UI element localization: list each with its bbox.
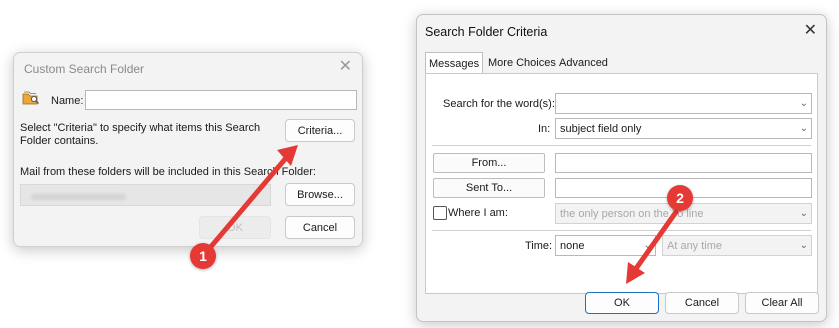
time-label: Time: (525, 240, 553, 252)
where-i-am-checkbox[interactable] (433, 206, 447, 220)
tab-advanced[interactable]: Advanced (556, 53, 611, 73)
from-input[interactable] (555, 153, 812, 173)
folder-search-icon (22, 91, 39, 105)
chevron-down-icon[interactable]: ⌄ (800, 97, 808, 108)
browse-button[interactable]: Browse... (285, 183, 355, 206)
clear-all-button[interactable]: Clear All (745, 292, 819, 314)
time-range-select[interactable]: At any time ⌄ (662, 235, 812, 256)
search-folder-criteria-dialog: Search Folder Criteria ✕ Messages More C… (416, 14, 827, 322)
from-button[interactable]: From... (433, 153, 545, 173)
tab-messages[interactable]: Messages (425, 52, 484, 74)
cancel-button[interactable]: Cancel (665, 292, 739, 314)
criteria-description-line1: Select "Criteria" to specify what items … (20, 122, 261, 134)
name-input[interactable] (85, 90, 357, 110)
messages-panel: Search for the word(s): ⌄ In: subject fi… (425, 73, 818, 294)
close-icon[interactable]: ✕ (339, 59, 352, 75)
in-select[interactable]: subject field only ⌄ (555, 118, 812, 139)
time-range-value: At any time (667, 239, 723, 252)
chevron-down-icon[interactable]: ⌄ (800, 122, 808, 133)
ok-button[interactable]: OK (199, 216, 271, 239)
name-label: Name: (51, 95, 84, 107)
divider (432, 145, 811, 146)
in-select-value: subject field only (560, 122, 642, 135)
time-value: none (560, 239, 585, 252)
in-label: In: (538, 123, 551, 135)
chevron-down-icon[interactable]: ⌄ (800, 207, 808, 218)
chevron-down-icon[interactable]: ⌄ (800, 239, 808, 250)
ok-button[interactable]: OK (585, 292, 659, 314)
where-i-am-label: Where I am: (448, 207, 508, 219)
sent-to-button[interactable]: Sent To... (433, 178, 545, 198)
mail-from-folders-label: Mail from these folders will be included… (20, 166, 316, 178)
custom-search-folder-dialog: Custom Search Folder ✕ Name: Select "Cri… (13, 52, 363, 247)
tab-more-choices[interactable]: More Choices (485, 53, 559, 73)
close-icon[interactable]: ✕ (804, 23, 817, 39)
step-badge-1: 1 (190, 243, 216, 269)
divider (432, 230, 811, 231)
step-badge-2: 2 (667, 185, 693, 211)
folder-list-field (20, 184, 271, 206)
chevron-down-icon[interactable]: ⌄ (644, 239, 652, 250)
time-select[interactable]: none ⌄ (555, 235, 656, 256)
cancel-button[interactable]: Cancel (285, 216, 355, 239)
dialog-title: Custom Search Folder (24, 62, 145, 76)
search-words-label: Search for the word(s): (443, 98, 555, 110)
dialog-title: Search Folder Criteria (425, 25, 548, 39)
criteria-description-line2: Folder contains. (20, 135, 99, 147)
search-words-combobox[interactable]: ⌄ (555, 93, 812, 114)
criteria-button[interactable]: Criteria... (285, 119, 355, 142)
